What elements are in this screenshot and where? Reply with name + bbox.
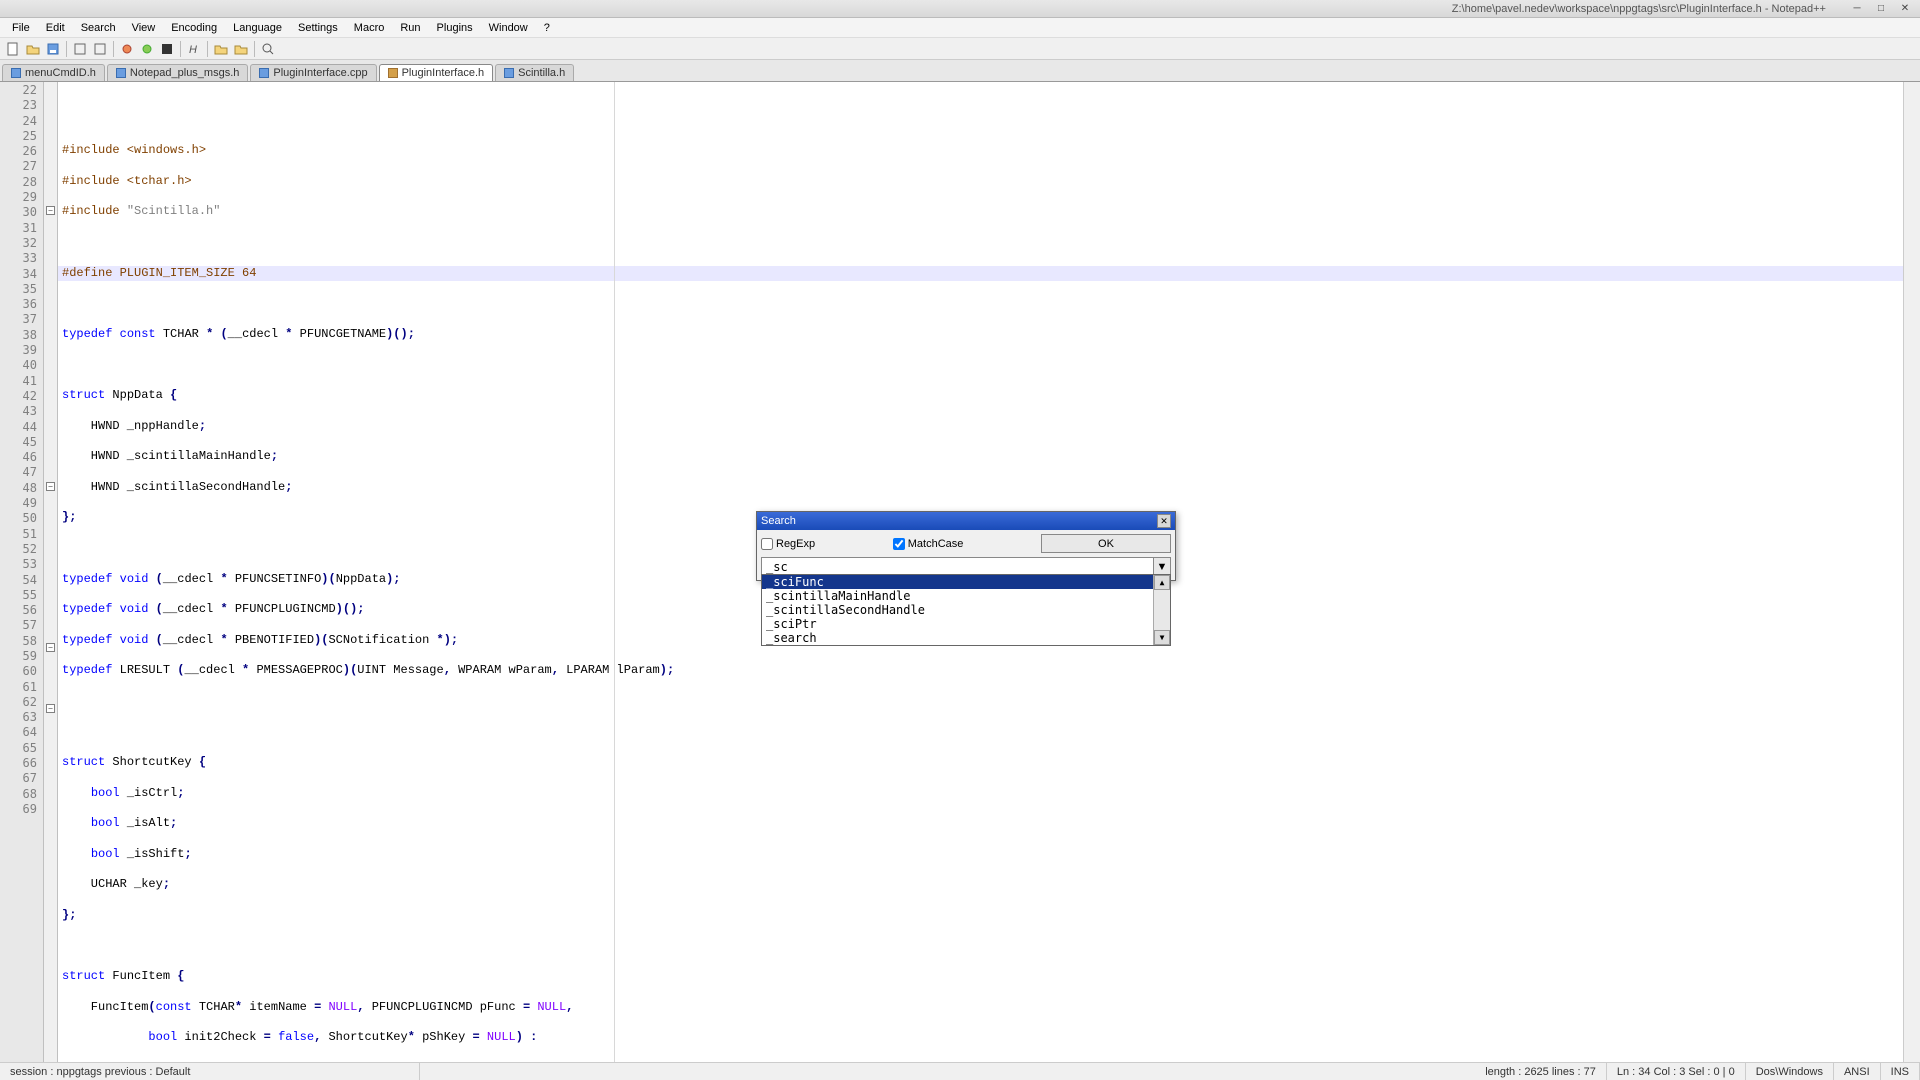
autocomplete-item[interactable]: _sciPtr [762,617,1153,631]
status-eol: Dos\Windows [1746,1063,1834,1080]
fold-box-icon[interactable]: − [46,482,55,491]
window-title: Z:\home\pavel.nedev\workspace\nppgtags\s… [4,3,1846,15]
icon-5[interactable] [158,40,176,58]
menu-encoding[interactable]: Encoding [163,20,225,36]
icon-1[interactable] [71,40,89,58]
status-mode: INS [1881,1063,1920,1080]
menu-macro[interactable]: Macro [346,20,393,36]
icon-6[interactable]: H [185,40,203,58]
menu-settings[interactable]: Settings [290,20,346,36]
menubar: File Edit Search View Encoding Language … [0,18,1920,38]
autocomplete-item[interactable]: _search [762,631,1153,645]
vertical-scrollbar[interactable] [1903,82,1920,1062]
maximize-button[interactable]: □ [1870,2,1892,16]
status-position: Ln : 34 Col : 3 Sel : 0 | 0 [1607,1063,1746,1080]
search-titlebar[interactable]: Search ✕ [757,512,1175,530]
autocomplete-list: _sciFunc_scintillaMainHandle_scintillaSe… [761,574,1171,646]
regexp-checkbox[interactable]: RegExp [761,538,815,550]
tabbar: menuCmdID.h Notepad_plus_msgs.h PluginIn… [0,60,1920,82]
search-title-text: Search [761,515,796,527]
menu-language[interactable]: Language [225,20,290,36]
close-button[interactable]: ✕ [1894,2,1916,16]
file-icon [259,68,269,78]
file-icon [504,68,514,78]
menu-search[interactable]: Search [73,20,124,36]
tab-2[interactable]: PluginInterface.cpp [250,64,376,81]
status-length: length : 2625 lines : 77 [1475,1063,1607,1080]
icon-2[interactable] [91,40,109,58]
new-file-icon[interactable] [4,40,22,58]
matchcase-input[interactable] [893,538,905,550]
search-close-button[interactable]: ✕ [1157,514,1171,528]
fold-box-icon[interactable]: − [46,206,55,215]
search-dialog: Search ✕ RegExp MatchCase OK ▼ _sciFunc_… [756,511,1176,581]
matchcase-checkbox[interactable]: MatchCase [893,538,964,550]
menu-window[interactable]: Window [481,20,536,36]
fold-margin: − − − − [44,82,58,1062]
regexp-input[interactable] [761,538,773,550]
scroll-down-icon[interactable]: ▼ [1154,630,1170,645]
window-controls: ─ □ ✕ [1846,2,1916,16]
statusbar: session : nppgtags previous : Default le… [0,1062,1920,1080]
status-encoding: ANSI [1834,1063,1881,1080]
icon-3[interactable] [118,40,136,58]
ok-button[interactable]: OK [1041,534,1171,553]
fold-box-icon[interactable]: − [46,643,55,652]
autocomplete-item[interactable]: _sciFunc [762,575,1153,589]
line-gutter: 2223242526272829303132333435363738394041… [0,82,44,1062]
file-icon [11,68,21,78]
menu-file[interactable]: File [4,20,38,36]
icon-4[interactable] [138,40,156,58]
svg-text:H: H [189,44,197,56]
status-session: session : nppgtags previous : Default [0,1063,420,1080]
save-icon[interactable] [44,40,62,58]
file-icon [388,68,398,78]
tab-1[interactable]: Notepad_plus_msgs.h [107,64,248,81]
open-file-icon[interactable] [24,40,42,58]
fold-box-icon[interactable]: − [46,704,55,713]
icon-8[interactable] [232,40,250,58]
menu-plugins[interactable]: Plugins [429,20,481,36]
dropdown-scrollbar[interactable]: ▲ ▼ [1153,575,1170,645]
menu-view[interactable]: View [124,20,164,36]
icon-7[interactable] [212,40,230,58]
scroll-up-icon[interactable]: ▲ [1154,575,1170,590]
minimize-button[interactable]: ─ [1846,2,1868,16]
titlebar: Z:\home\pavel.nedev\workspace\nppgtags\s… [0,0,1920,18]
tab-0[interactable]: menuCmdID.h [2,64,105,81]
tab-3[interactable]: PluginInterface.h [379,64,494,81]
toolbar: H [0,38,1920,60]
tab-4[interactable]: Scintilla.h [495,64,574,81]
icon-9[interactable] [259,40,277,58]
menu-run[interactable]: Run [392,20,428,36]
autocomplete-item[interactable]: _scintillaMainHandle [762,589,1153,603]
menu-edit[interactable]: Edit [38,20,73,36]
autocomplete-item[interactable]: _scintillaSecondHandle [762,603,1153,617]
file-icon [116,68,126,78]
menu-help[interactable]: ? [536,20,558,36]
